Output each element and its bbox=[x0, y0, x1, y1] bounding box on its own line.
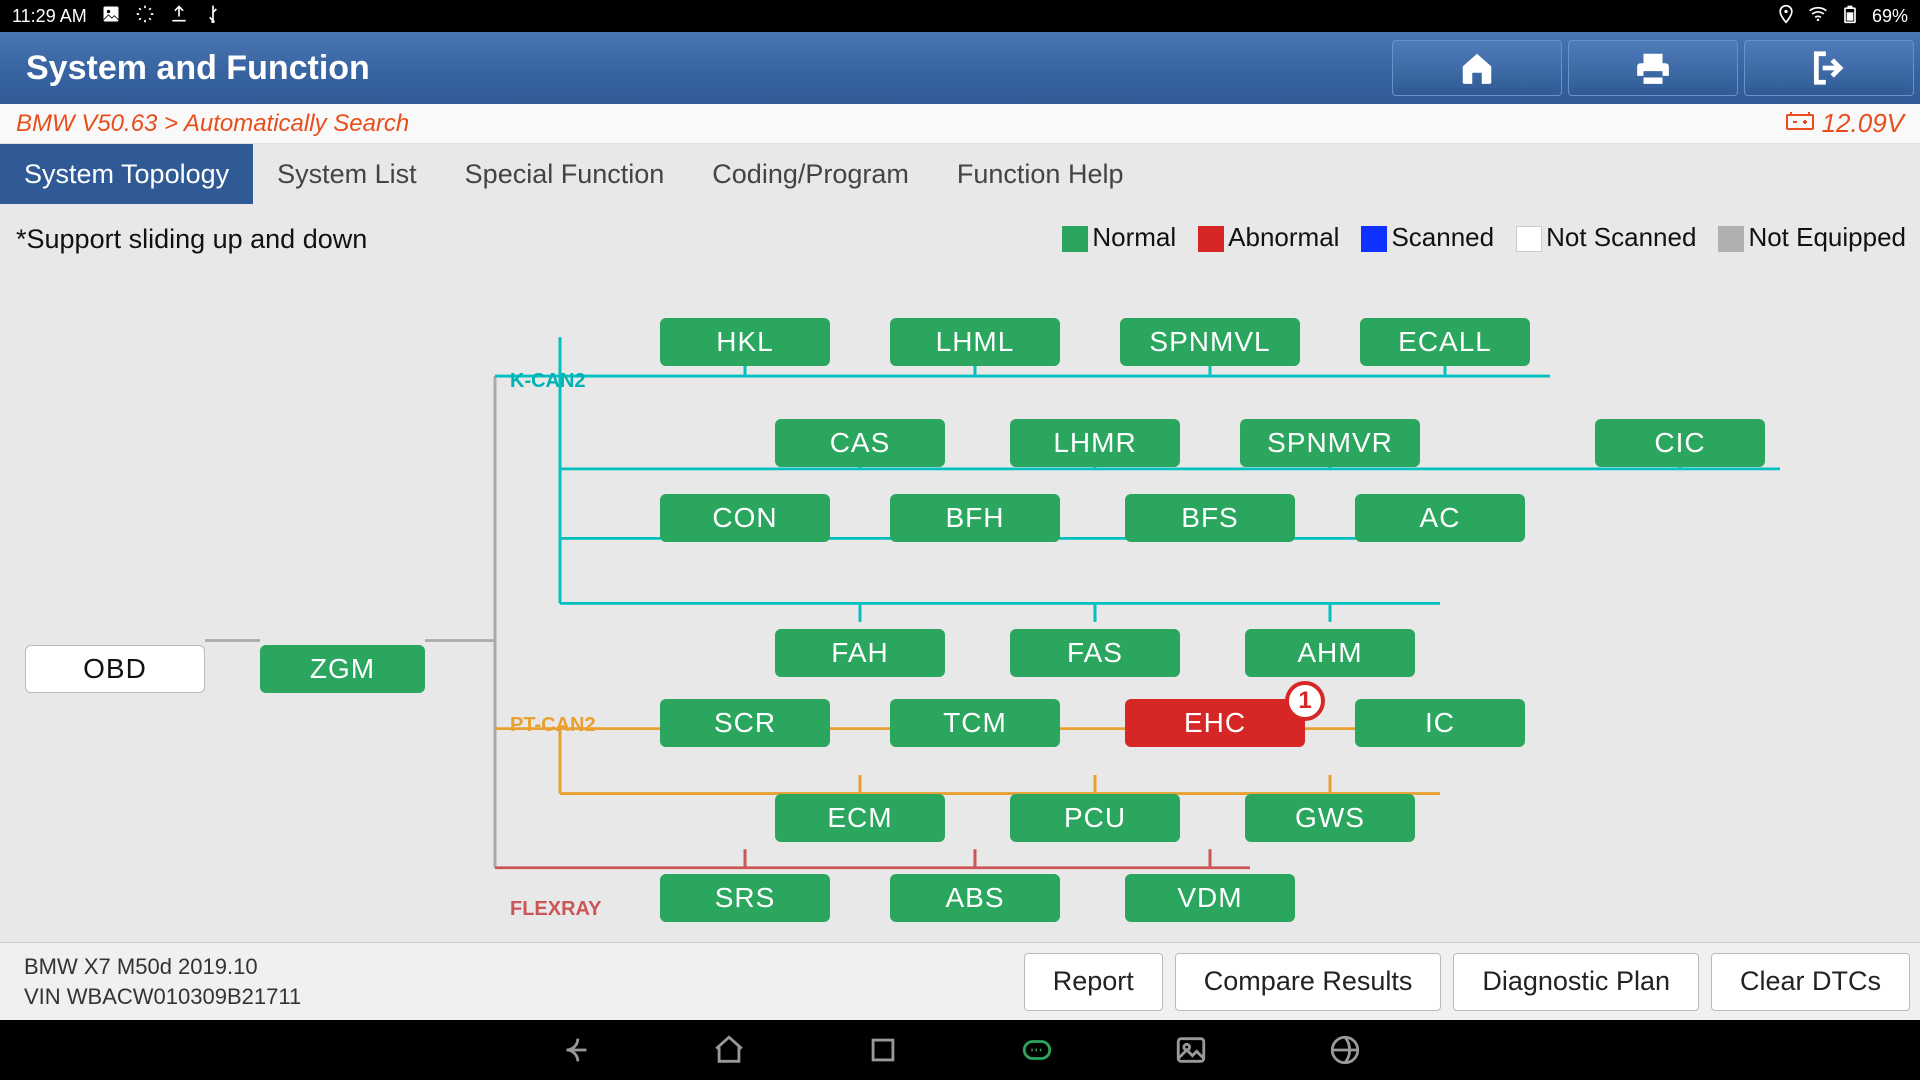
node-con[interactable]: CON bbox=[660, 494, 830, 542]
wifi-icon bbox=[1808, 4, 1828, 29]
node-vdm[interactable]: VDM bbox=[1125, 874, 1295, 922]
tab-coding-program[interactable]: Coding/Program bbox=[688, 144, 933, 204]
tab-special-function[interactable]: Special Function bbox=[441, 144, 689, 204]
vehicle-vin: VIN WBACW010309B21711 bbox=[24, 982, 301, 1012]
node-fah[interactable]: FAH bbox=[775, 629, 945, 677]
node-srs[interactable]: SRS bbox=[660, 874, 830, 922]
bus-label-ptcan2: PT-CAN2 bbox=[510, 714, 596, 737]
print-button[interactable] bbox=[1568, 40, 1738, 96]
status-battery: 69% bbox=[1872, 6, 1908, 27]
legend-normal: Normal bbox=[1092, 222, 1176, 252]
node-zgm[interactable]: ZGM bbox=[260, 645, 425, 693]
bottom-bar: BMW X7 M50d 2019.10 VIN WBACW010309B2171… bbox=[0, 942, 1920, 1020]
vehicle-model: BMW X7 M50d 2019.10 bbox=[24, 952, 301, 982]
tab-system-topology[interactable]: System Topology bbox=[0, 144, 253, 204]
node-ecall[interactable]: ECALL bbox=[1360, 318, 1530, 366]
breadcrumb-bar: BMW V50.63 > Automatically Search 12.09V bbox=[0, 104, 1920, 144]
node-ecm[interactable]: ECM bbox=[775, 794, 945, 842]
nav-browser-icon[interactable] bbox=[1328, 1033, 1362, 1067]
image-icon bbox=[101, 4, 121, 29]
location-icon bbox=[1776, 4, 1796, 29]
node-bfh[interactable]: BFH bbox=[890, 494, 1060, 542]
clear-dtcs-button[interactable]: Clear DTCs bbox=[1711, 953, 1910, 1011]
status-time: 11:29 AM bbox=[12, 6, 87, 27]
bus-label-flexray: FLEXRAY bbox=[510, 898, 602, 921]
page-title: System and Function bbox=[26, 49, 370, 88]
tab-system-list[interactable]: System List bbox=[253, 144, 441, 204]
legend-notscanned: Not Scanned bbox=[1546, 222, 1696, 252]
node-bfs[interactable]: BFS bbox=[1125, 494, 1295, 542]
voltage-value: 12.09V bbox=[1822, 108, 1904, 139]
node-abs[interactable]: ABS bbox=[890, 874, 1060, 922]
legend-scanned: Scanned bbox=[1391, 222, 1494, 252]
node-ahm[interactable]: AHM bbox=[1245, 629, 1415, 677]
legend-abnormal: Abnormal bbox=[1228, 222, 1339, 252]
legend-notequip: Not Equipped bbox=[1748, 222, 1906, 252]
node-lhmr[interactable]: LHMR bbox=[1010, 419, 1180, 467]
node-obd[interactable]: OBD bbox=[25, 645, 205, 693]
app-header: System and Function bbox=[0, 32, 1920, 104]
node-lhml[interactable]: LHML bbox=[890, 318, 1060, 366]
node-fas[interactable]: FAS bbox=[1010, 629, 1180, 677]
node-ic[interactable]: IC bbox=[1355, 699, 1525, 747]
topology-canvas: K-CAN2 PT-CAN2 FLEXRAY OBD ZGM HKL LHML … bbox=[0, 274, 1920, 942]
node-gws[interactable]: GWS bbox=[1245, 794, 1415, 842]
node-ehc-badge: 1 bbox=[1285, 681, 1325, 721]
android-status-bar: 11:29 AM 69% bbox=[0, 0, 1920, 32]
tabs-row: System Topology System List Special Func… bbox=[0, 144, 1920, 204]
slide-hint: *Support sliding up and down bbox=[16, 224, 367, 255]
nav-vci-icon[interactable] bbox=[1020, 1033, 1054, 1067]
android-nav-bar bbox=[0, 1020, 1920, 1080]
tab-function-help[interactable]: Function Help bbox=[933, 144, 1148, 204]
exit-button[interactable] bbox=[1744, 40, 1914, 96]
usb-icon bbox=[203, 4, 223, 29]
battery-icon bbox=[1840, 4, 1860, 29]
diagnostic-plan-button[interactable]: Diagnostic Plan bbox=[1453, 953, 1699, 1011]
upload-icon bbox=[169, 4, 189, 29]
nav-home-icon[interactable] bbox=[712, 1033, 746, 1067]
node-ac[interactable]: AC bbox=[1355, 494, 1525, 542]
compare-results-button[interactable]: Compare Results bbox=[1175, 953, 1442, 1011]
node-spnmvl[interactable]: SPNMVL bbox=[1120, 318, 1300, 366]
nav-recent-icon[interactable] bbox=[866, 1033, 900, 1067]
home-button[interactable] bbox=[1392, 40, 1562, 96]
node-scr[interactable]: SCR bbox=[660, 699, 830, 747]
nav-gallery-icon[interactable] bbox=[1174, 1033, 1208, 1067]
report-button[interactable]: Report bbox=[1024, 953, 1163, 1011]
node-cas[interactable]: CAS bbox=[775, 419, 945, 467]
node-ehc[interactable]: EHC bbox=[1125, 699, 1305, 747]
breadcrumb: BMW V50.63 > Automatically Search bbox=[16, 110, 409, 138]
node-spnmvr[interactable]: SPNMVR bbox=[1240, 419, 1420, 467]
gear-icon bbox=[135, 4, 155, 29]
node-tcm[interactable]: TCM bbox=[890, 699, 1060, 747]
bus-label-kcan2: K-CAN2 bbox=[510, 370, 586, 393]
node-pcu[interactable]: PCU bbox=[1010, 794, 1180, 842]
topology-content[interactable]: *Support sliding up and down Normal Abno… bbox=[0, 204, 1920, 942]
nav-back-icon[interactable] bbox=[558, 1033, 592, 1067]
legend: Normal Abnormal Scanned Not Scanned Not … bbox=[1062, 222, 1906, 253]
node-hkl[interactable]: HKL bbox=[660, 318, 830, 366]
node-cic[interactable]: CIC bbox=[1595, 419, 1765, 467]
battery-car-icon bbox=[1786, 108, 1814, 139]
